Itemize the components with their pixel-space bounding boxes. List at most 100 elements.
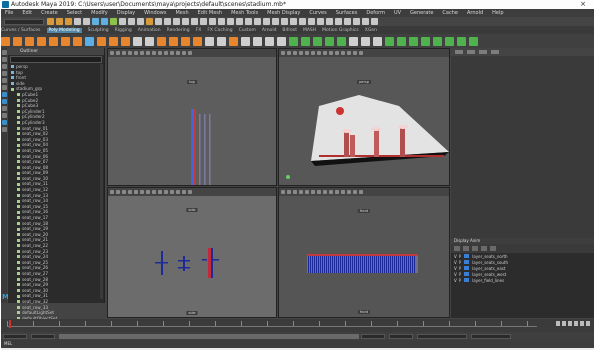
menu-item[interactable]: UV bbox=[394, 10, 401, 16]
mode-select[interactable] bbox=[4, 18, 44, 25]
shelf-tool-icon[interactable] bbox=[469, 36, 478, 46]
shelf-tool-icon[interactable] bbox=[229, 36, 238, 46]
status-line-icon[interactable] bbox=[137, 18, 144, 25]
range-start-field[interactable] bbox=[31, 333, 55, 339]
layer-visibility-toggle[interactable]: V bbox=[454, 266, 457, 271]
status-line-icon[interactable] bbox=[326, 18, 333, 25]
single-view-layout-icon[interactable] bbox=[1, 92, 7, 97]
layer-playback-toggle[interactable]: P bbox=[459, 266, 461, 271]
shelf-tool-icon[interactable] bbox=[25, 36, 34, 46]
viewport-persp[interactable]: persp bbox=[278, 48, 450, 186]
status-line-icon[interactable] bbox=[47, 18, 54, 25]
menu-item[interactable]: File bbox=[5, 10, 13, 16]
status-line-icon[interactable] bbox=[173, 18, 180, 25]
shelf-tool-icon[interactable] bbox=[349, 36, 358, 46]
status-line-icon[interactable] bbox=[191, 18, 198, 25]
shelf-tab[interactable]: FX bbox=[196, 28, 202, 33]
shelf-tool-icon[interactable] bbox=[145, 36, 154, 46]
menu-item[interactable]: Arnold bbox=[467, 10, 483, 16]
outliner-layout-icon[interactable] bbox=[1, 113, 7, 118]
viewport-front[interactable]: front front bbox=[278, 187, 450, 318]
shelf-tab[interactable]: Poly Modeling bbox=[46, 27, 82, 33]
status-line-icon[interactable] bbox=[236, 18, 243, 25]
new-layer-icon[interactable] bbox=[481, 246, 487, 251]
layer-color-swatch[interactable] bbox=[464, 278, 470, 282]
shelf-tool-icon[interactable] bbox=[85, 36, 94, 46]
shelf-tool-icon[interactable] bbox=[133, 36, 142, 46]
status-line-icon[interactable] bbox=[227, 18, 234, 25]
menu-item[interactable]: Surfaces bbox=[336, 10, 358, 16]
menu-item[interactable]: Cache bbox=[442, 10, 458, 16]
shelf-tab[interactable]: Sculpting bbox=[88, 28, 109, 33]
outliner-scrollbar[interactable] bbox=[100, 64, 103, 299]
status-line-icon[interactable] bbox=[128, 18, 135, 25]
selected-handle[interactable] bbox=[336, 107, 344, 115]
status-line-icon[interactable] bbox=[371, 18, 378, 25]
shelf-tab[interactable]: Arnold bbox=[262, 28, 277, 33]
layer-row[interactable]: V Player_field_lines bbox=[451, 277, 594, 283]
options-menu[interactable] bbox=[463, 246, 469, 251]
shelf-tool-icon[interactable] bbox=[277, 36, 286, 46]
layer-color-swatch[interactable] bbox=[464, 272, 470, 276]
playhead[interactable] bbox=[9, 320, 11, 328]
shelf-tool-icon[interactable] bbox=[253, 36, 262, 46]
layer-color-swatch[interactable] bbox=[464, 266, 470, 270]
lasso-tool-icon[interactable] bbox=[1, 57, 7, 62]
help-menu[interactable] bbox=[472, 246, 478, 251]
menu-item[interactable]: Mesh bbox=[175, 10, 188, 16]
layer-color-swatch[interactable] bbox=[464, 254, 470, 258]
status-line-icon[interactable] bbox=[362, 18, 369, 25]
shelf-tab[interactable]: Bifrost bbox=[282, 28, 297, 33]
menu-item[interactable]: Help bbox=[492, 10, 503, 16]
menu-item[interactable]: Select bbox=[67, 10, 82, 16]
end-time-field[interactable] bbox=[389, 333, 413, 339]
new-layer-selected-icon[interactable] bbox=[490, 246, 496, 251]
close-icon[interactable]: × bbox=[580, 0, 586, 9]
status-line-icon[interactable] bbox=[281, 18, 288, 25]
layers-menu[interactable] bbox=[454, 246, 460, 251]
status-line-icon[interactable] bbox=[164, 18, 171, 25]
menu-item[interactable]: Modify bbox=[91, 10, 108, 16]
object-menu[interactable] bbox=[479, 50, 487, 54]
character-set-select[interactable] bbox=[417, 333, 467, 339]
layer-visibility-toggle[interactable]: V bbox=[454, 260, 457, 265]
shelf-tool-icon[interactable] bbox=[193, 36, 202, 46]
status-line-icon[interactable] bbox=[344, 18, 351, 25]
shelf-tool-icon[interactable] bbox=[241, 36, 250, 46]
status-line-icon[interactable] bbox=[182, 18, 189, 25]
shelf-tool-icon[interactable] bbox=[301, 36, 310, 46]
four-view-layout-icon[interactable] bbox=[1, 99, 7, 104]
shelf-tab[interactable]: Curves / Surfaces bbox=[1, 28, 41, 33]
menu-item[interactable]: Curves bbox=[309, 10, 326, 16]
play-back-icon[interactable] bbox=[568, 321, 572, 326]
shelf-tool-icon[interactable] bbox=[397, 36, 406, 46]
shelf-tool-icon[interactable] bbox=[49, 36, 58, 46]
shelf-tool-icon[interactable] bbox=[325, 36, 334, 46]
status-line-icon[interactable] bbox=[56, 18, 63, 25]
status-line-icon[interactable] bbox=[101, 18, 108, 25]
shelf-tab[interactable]: Motion Graphics bbox=[322, 28, 359, 33]
layer-playback-toggle[interactable]: P bbox=[459, 272, 461, 277]
rotate-tool-icon[interactable] bbox=[1, 78, 7, 83]
shelf-tool-icon[interactable] bbox=[73, 36, 82, 46]
menu-item[interactable]: Mesh Display bbox=[267, 10, 300, 16]
layer-playback-toggle[interactable]: P bbox=[459, 278, 461, 283]
status-line-icon[interactable] bbox=[290, 18, 297, 25]
shelf-tool-icon[interactable] bbox=[181, 36, 190, 46]
menu-item[interactable]: Display bbox=[117, 10, 135, 16]
shelf-tool-icon[interactable] bbox=[265, 36, 274, 46]
shelf-tool-icon[interactable] bbox=[121, 36, 130, 46]
step-back-icon[interactable] bbox=[562, 321, 566, 326]
move-tool-icon[interactable] bbox=[1, 71, 7, 76]
shelf-tool-icon[interactable] bbox=[421, 36, 430, 46]
shelf-tool-icon[interactable] bbox=[61, 36, 70, 46]
status-line-icon[interactable] bbox=[254, 18, 261, 25]
status-line-icon[interactable] bbox=[272, 18, 279, 25]
shelf-tool-icon[interactable] bbox=[97, 36, 106, 46]
shelf-tool-icon[interactable] bbox=[373, 36, 382, 46]
play-forward-icon[interactable] bbox=[574, 321, 578, 326]
menu-item[interactable]: Generate bbox=[410, 10, 433, 16]
layer-color-swatch[interactable] bbox=[464, 260, 470, 264]
shelf-tool-icon[interactable] bbox=[445, 36, 454, 46]
status-line-icon[interactable] bbox=[263, 18, 270, 25]
